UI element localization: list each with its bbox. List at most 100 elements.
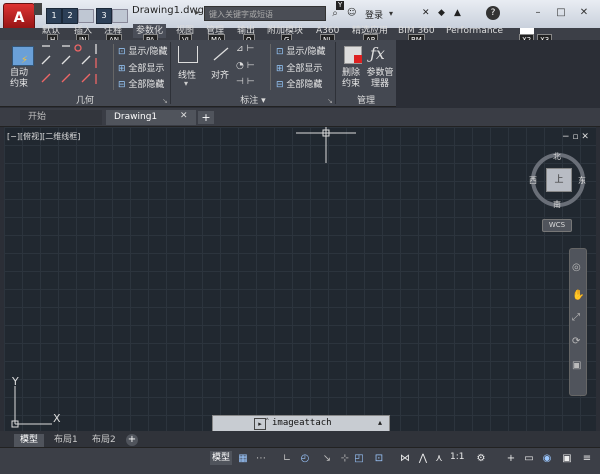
customization-menu-icon[interactable]: ≡ [580, 452, 594, 466]
show-hide-icon: ⊡ [118, 47, 126, 57]
close-button[interactable]: ✕ [576, 6, 592, 20]
quick-access-save-icon[interactable] [112, 9, 128, 23]
exchange-apps-icon[interactable]: ✕ [422, 8, 430, 18]
divider [270, 44, 271, 90]
recent-commands-icon[interactable]: ˄ [265, 418, 270, 428]
app-menu-keytip [34, 3, 42, 15]
pan-icon[interactable]: ✋ [572, 290, 584, 301]
chevron-up-icon[interactable]: ▴ [378, 418, 382, 427]
dialog-launcher-icon[interactable]: ↘ [162, 97, 168, 105]
smooth-icon [81, 55, 91, 65]
linear-dimension-icon[interactable] [178, 46, 198, 63]
geo-constraint-grid [40, 44, 104, 93]
close-tab-icon[interactable]: ✕ [180, 111, 188, 121]
quick-access-new-keytip[interactable]: 1 [46, 8, 62, 24]
dialog-launcher-icon[interactable]: ↘ [327, 97, 333, 105]
zoom-icon[interactable]: ⤢ [572, 312, 580, 323]
geo-hide-all-label: 全部隐藏 [128, 80, 165, 90]
ortho-icon[interactable]: ∟ [280, 452, 294, 466]
annotation-scale-value[interactable]: 1:1 [450, 452, 464, 462]
quick-access-open-keytip[interactable]: 2 [62, 8, 78, 24]
search-input[interactable]: 键入关键字或短语 [204, 6, 326, 21]
dim-show-all-button[interactable]: ⊞ 全部显示 [276, 61, 322, 74]
drawing-canvas[interactable] [4, 127, 596, 431]
chevron-down-icon: ▾ [261, 96, 266, 106]
clean-screen-icon[interactable]: ▣ [560, 452, 574, 466]
convert-dimension-icon[interactable]: ⊣ ⊢ [236, 77, 255, 87]
showmotion-icon[interactable]: ▣ [572, 360, 581, 371]
tab-layout2[interactable]: 布局2 [86, 434, 122, 447]
tangent-icon [74, 44, 82, 52]
workspace-gear-icon[interactable]: ⚙ [474, 452, 488, 466]
help-button[interactable]: ? [486, 6, 500, 20]
tab-model[interactable]: 模型 [14, 434, 45, 447]
divider [113, 44, 114, 90]
perpendicular-icon [61, 73, 71, 83]
panel-separator [335, 42, 336, 104]
viewport-controls[interactable]: [−][俯视][二维线框] [7, 131, 80, 142]
stay-connected-icon[interactable]: ▲ [454, 8, 461, 18]
aligned-button[interactable]: 对齐 [211, 68, 229, 81]
model-space-button[interactable]: 模型 [210, 451, 232, 465]
tab-start[interactable]: 开始 [20, 110, 102, 125]
compass-north[interactable]: 北 [553, 151, 561, 162]
wcs-menu[interactable]: WCS [542, 219, 572, 232]
user-icon[interactable]: ☺ [347, 8, 356, 18]
viewport-restore-icon[interactable]: − ▫ ✕ [562, 132, 589, 142]
osnap-icon[interactable]: ◰ [352, 452, 366, 466]
panel-label-geometric: 几何 [75, 96, 94, 106]
geo-hide-all-button[interactable]: ⊟ 全部隐藏 [118, 77, 164, 90]
units-icon[interactable]: ▭ [522, 452, 536, 466]
viewcube-top-face[interactable]: 上 [546, 168, 572, 192]
chevron-down-icon[interactable]: ▾ [389, 9, 393, 18]
isodraft-icon[interactable]: ↘ [320, 452, 334, 466]
quick-access-save-keytip[interactable]: 3 [96, 8, 112, 24]
geo-show-hide-label: 显示/隐藏 [128, 47, 168, 57]
quick-access-open-icon[interactable] [78, 9, 94, 23]
maximize-button[interactable]: □ [553, 6, 569, 20]
delete-constraints-button[interactable]: 删除约束 [340, 68, 362, 90]
annotation-scale-icon[interactable]: ⋈ [398, 452, 412, 466]
tab-layout1[interactable]: 布局1 [48, 434, 84, 447]
add-layout-button[interactable]: + [126, 434, 138, 446]
geo-show-all-button[interactable]: ⊞ 全部显示 [118, 61, 164, 74]
exchange-icon[interactable]: ◆ [438, 8, 445, 18]
annotation-visibility-icon[interactable]: ⋀ [416, 452, 430, 466]
orbit-icon[interactable]: ⟳ [572, 336, 580, 347]
dim-show-hide-label: 显示/隐藏 [286, 47, 326, 57]
delete-mark-icon [354, 55, 362, 63]
hide-all-icon: ⊟ [276, 80, 284, 90]
grid-icon[interactable]: ▦ [236, 452, 250, 466]
steering-wheel-icon[interactable]: ◎ [572, 262, 581, 273]
compass-east[interactable]: 东 [578, 175, 586, 186]
annotation-monitor-icon[interactable]: + [504, 452, 518, 466]
compass-south[interactable]: 南 [553, 199, 561, 210]
snap-icon[interactable]: ⋯ [254, 452, 268, 466]
osnap-tracking-icon[interactable]: ⊹ [338, 452, 352, 466]
login-button[interactable]: 登录 [365, 8, 383, 21]
polar-icon[interactable]: ◴ [298, 452, 312, 466]
auto-scale-icon[interactable]: ⋏ [432, 452, 446, 466]
lineweight-icon[interactable]: ⊡ [372, 452, 386, 466]
collinear-icon [41, 55, 51, 65]
compass-west[interactable]: 西 [529, 175, 537, 186]
minimize-button[interactable]: – [530, 6, 546, 20]
geo-show-hide-button[interactable]: ⊡ 显示/隐藏 [118, 44, 167, 57]
panel-label-dimension[interactable]: 标注 ▾ [171, 96, 335, 106]
ucs-x-label: X [53, 412, 61, 425]
fx-parameters-icon[interactable]: ƒx [370, 44, 385, 63]
login-keytip: Y [336, 1, 345, 10]
radius-dimension-icon[interactable]: ◔ ⊢ [236, 61, 255, 71]
new-tab-button[interactable]: + [198, 111, 214, 124]
parameters-manager-button[interactable]: 参数管理器 [366, 68, 394, 90]
ribbon-empty-area [396, 40, 600, 106]
dim-hide-all-button[interactable]: ⊟ 全部隐藏 [276, 77, 322, 90]
angular-dimension-icon[interactable]: ⊿ ⊢ [236, 44, 254, 54]
auto-constrain-button[interactable]: 自动约束 [10, 68, 36, 90]
dim-show-hide-button[interactable]: ⊡ 显示/隐藏 [276, 44, 325, 57]
chevron-down-icon[interactable]: ▾ [184, 79, 188, 88]
aligned-dimension-icon[interactable] [212, 46, 232, 62]
lightning-icon: ⚡ [21, 55, 29, 66]
isolate-objects-icon[interactable]: ◉ [540, 452, 554, 466]
tab-performance[interactable]: Performance [446, 24, 503, 38]
